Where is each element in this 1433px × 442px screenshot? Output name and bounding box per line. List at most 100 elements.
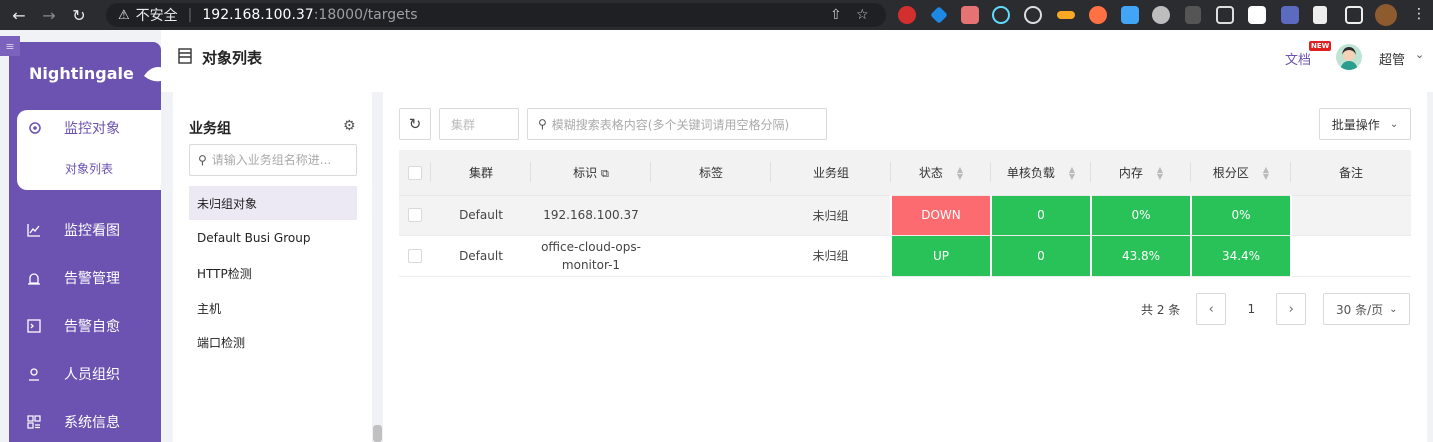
page-size-select[interactable]: 30 条/页 ⌄ xyxy=(1323,293,1411,325)
column-header[interactable]: 根分区 ▲ ▼ xyxy=(1191,150,1291,196)
copy-icon[interactable]: ⧉ xyxy=(601,167,609,180)
business-group-panel: 业务组 ⚙ ⚲ 未归组对象 Default Busi Group HTTP检测 … xyxy=(173,92,372,442)
nav-subitem-target-list[interactable]: 对象列表 xyxy=(65,160,113,177)
nav-item-users[interactable]: 人员组织 xyxy=(26,364,120,384)
column-label: 标签 xyxy=(698,165,723,180)
menu-collapse-icon[interactable]: ≡ xyxy=(0,36,20,56)
group-item[interactable]: 未归组对象 xyxy=(189,186,357,220)
nav-item-alerts[interactable]: 告警管理 xyxy=(26,268,120,288)
table-search-input[interactable]: ⚲ 模糊搜索表格内容(多个关键词请用空格分隔) xyxy=(527,108,827,140)
sidebar-toggle-icon[interactable] xyxy=(1345,6,1363,24)
star-icon[interactable]: ☆ xyxy=(856,7,869,23)
select-all-checkbox[interactable] xyxy=(408,165,422,180)
group-item[interactable]: 端口检测 xyxy=(189,325,357,359)
tags-cell xyxy=(651,195,771,236)
sort-icon[interactable]: ▲ ▼ xyxy=(957,166,963,181)
back-icon[interactable]: ← xyxy=(8,4,30,26)
cluster-cell: Default xyxy=(431,235,531,277)
nav-item-dashboard[interactable]: 监控看图 xyxy=(26,220,120,240)
group-search-field[interactable]: ⚲ xyxy=(189,144,357,176)
column-header: 业务组 xyxy=(771,150,891,196)
column-label: 业务组 xyxy=(812,165,849,180)
extension-icon[interactable] xyxy=(1248,6,1266,24)
sort-icon[interactable]: ▲ ▼ xyxy=(1263,166,1269,181)
extension-icon[interactable] xyxy=(961,6,979,24)
warning-icon: ⚠ xyxy=(118,7,130,23)
reload-icon[interactable]: ↻ xyxy=(68,4,90,26)
refresh-button[interactable]: ↻ xyxy=(399,108,431,140)
row-checkbox[interactable] xyxy=(408,248,422,263)
panel-title: 业务组 xyxy=(189,121,231,137)
group-item[interactable]: HTTP检测 xyxy=(189,256,357,290)
column-label: 备注 xyxy=(1338,165,1363,180)
profile-avatar[interactable] xyxy=(1375,4,1397,26)
row-checkbox[interactable] xyxy=(408,208,422,223)
nav-item-targets[interactable]: 监控对象 xyxy=(26,118,120,138)
docs-link[interactable]: 文档 xyxy=(1285,49,1311,68)
group-item[interactable]: 主机 xyxy=(189,291,357,325)
gear-icon[interactable]: ⚙ xyxy=(343,118,356,134)
puzzle-icon[interactable] xyxy=(1313,6,1327,24)
alarm-icon xyxy=(26,270,42,286)
forward-icon[interactable]: → xyxy=(38,4,60,26)
username[interactable]: 超管 xyxy=(1379,49,1405,68)
terminal-icon xyxy=(26,318,42,334)
memory-cell: 0% xyxy=(1090,195,1192,236)
extension-icon[interactable] xyxy=(1024,6,1042,24)
sort-icon[interactable]: ▲ ▼ xyxy=(1069,166,1075,181)
scrollbar-thumb[interactable] xyxy=(373,425,382,442)
column-header: 标签 xyxy=(651,150,771,196)
sort-icon[interactable]: ▲ ▼ xyxy=(1157,166,1163,181)
extension-icon[interactable] xyxy=(898,6,916,24)
new-badge: NEW xyxy=(1309,41,1332,51)
column-label: 状态 xyxy=(918,165,943,180)
extension-icon[interactable] xyxy=(1152,6,1170,24)
extension-icon[interactable] xyxy=(1281,6,1299,24)
group-item[interactable]: Default Busi Group xyxy=(189,221,357,255)
extension-icon[interactable] xyxy=(1057,11,1075,19)
memory-cell: 43.8% xyxy=(1090,235,1192,277)
table-row[interactable]: Default office-cloud-ops-monitor-1 未归组 U… xyxy=(399,235,1411,277)
share-icon[interactable]: ⇧ xyxy=(830,7,842,23)
column-header[interactable]: 单核负载 ▲ ▼ xyxy=(991,150,1091,196)
tags-cell xyxy=(651,235,771,277)
chart-icon xyxy=(26,222,42,238)
prev-page-button[interactable]: ‹ xyxy=(1196,293,1227,325)
chevron-down-icon: ⌄ xyxy=(1389,303,1398,315)
extension-icon[interactable] xyxy=(992,6,1010,24)
targets-table: 集群 标识 ⧉ 标签 业务组 状态 ▲ ▼ 单核负载 ▲ ▼ 内存 ▲ ▼ 根分区 ▲ ▼ 备注… xyxy=(399,150,1411,277)
nav-item-label: 系统信息 xyxy=(64,415,120,431)
refresh-icon: ↻ xyxy=(408,115,422,133)
extension-icon[interactable] xyxy=(1089,6,1107,24)
search-placeholder: 模糊搜索表格内容(多个关键词请用空格分隔) xyxy=(551,117,790,132)
left-navigation: Nightingale 监控对象 对象列表 监控看图 告警管理 告警自愈 人员组… xyxy=(9,42,174,442)
extension-icon[interactable] xyxy=(1185,6,1201,24)
column-header[interactable]: 内存 ▲ ▼ xyxy=(1091,150,1191,196)
column-label: 内存 xyxy=(1118,165,1143,180)
note-cell xyxy=(1291,195,1411,236)
nav-item-system[interactable]: 系统信息 xyxy=(26,412,120,432)
group-search-input[interactable] xyxy=(211,153,352,167)
search-icon: ⚲ xyxy=(198,153,207,167)
nav-group-targets: 监控对象 对象列表 xyxy=(17,110,161,190)
current-page[interactable]: 1 xyxy=(1226,302,1276,316)
next-page-button[interactable]: › xyxy=(1276,293,1307,325)
batch-actions-label: 批量操作 xyxy=(1331,117,1380,132)
address-bar[interactable]: ⚠ 不安全 | 192.168.100.37:18000/targets ⇧ ☆ xyxy=(106,3,886,27)
grid-icon xyxy=(26,414,42,430)
extension-icon[interactable] xyxy=(1216,6,1234,24)
nav-item-self-healing[interactable]: 告警自愈 xyxy=(26,316,120,336)
column-header[interactable]: 状态 ▲ ▼ xyxy=(891,150,991,196)
group-cell: 未归组 xyxy=(771,195,891,236)
row-select-cell xyxy=(399,195,431,236)
batch-actions-button[interactable]: 批量操作 ⌄ xyxy=(1319,108,1411,140)
extension-icon[interactable] xyxy=(1121,6,1139,24)
chevron-down-icon[interactable]: ⌄ xyxy=(1415,48,1424,61)
cluster-filter-input[interactable]: 集群 xyxy=(439,108,519,140)
extension-icon[interactable] xyxy=(930,6,948,24)
menu-icon[interactable]: ⋮ xyxy=(1412,6,1430,24)
table-row[interactable]: Default 192.168.100.37 未归组 DOWN 0 0% 0% xyxy=(399,195,1411,236)
cluster-cell: Default xyxy=(431,195,531,236)
avatar[interactable] xyxy=(1336,44,1362,70)
logo[interactable]: Nightingale xyxy=(29,60,176,86)
